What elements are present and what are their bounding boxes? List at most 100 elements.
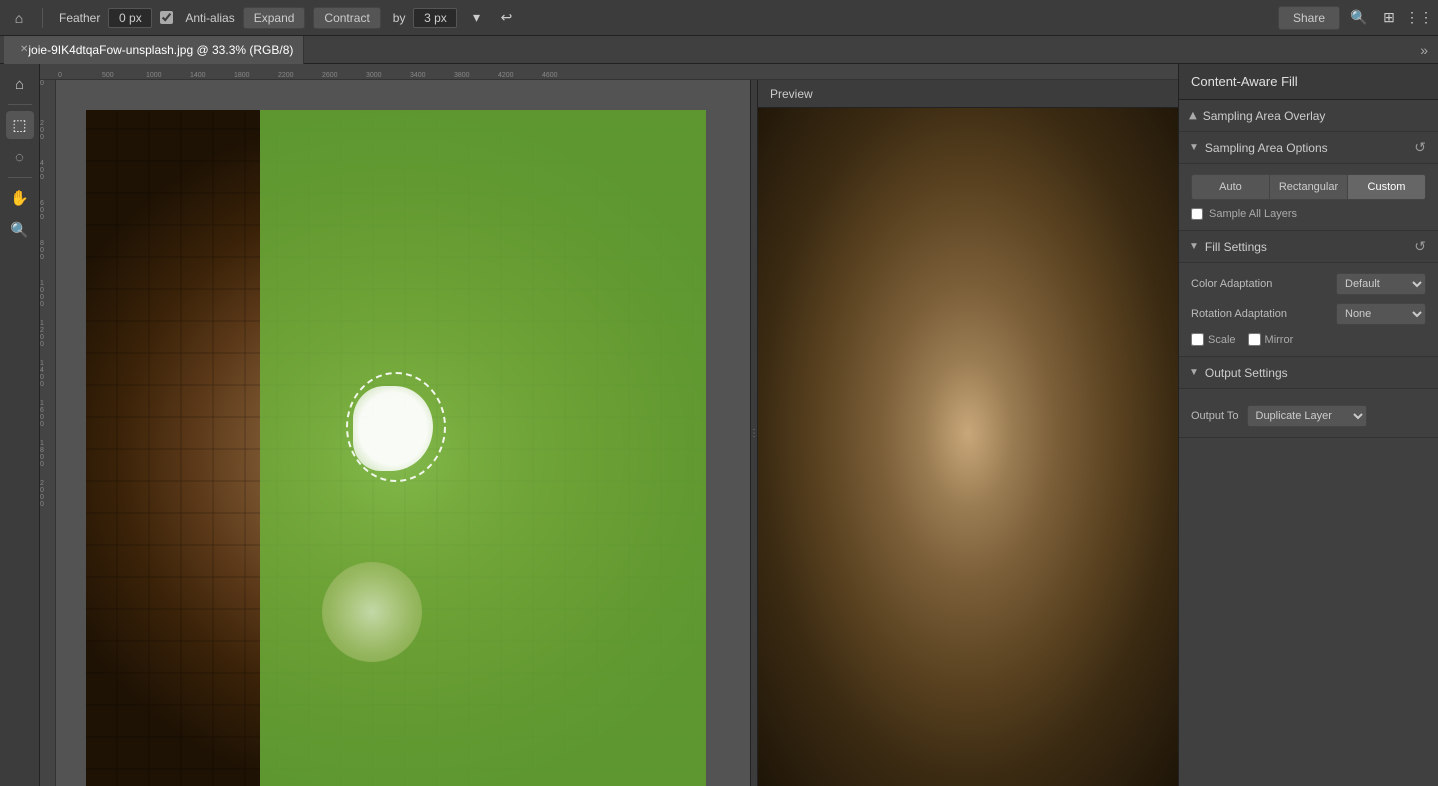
content-aware-fill-region — [260, 110, 706, 786]
tool-lasso[interactable]: ◌ — [6, 143, 34, 171]
output-settings-content: Output To Duplicate Layer Current Layer … — [1179, 389, 1438, 438]
search-icon[interactable]: 🔍 — [1348, 7, 1370, 29]
mirror-item: Mirror — [1248, 333, 1294, 346]
ruler-tick-3800: 3800 — [452, 72, 496, 79]
ruler-tick-500: 500 — [100, 72, 144, 79]
v-tick-1200: 1200 — [40, 320, 55, 360]
tool-marquee[interactable]: ⬚ — [6, 111, 34, 139]
tool-separator-2 — [8, 177, 32, 178]
ruler-tick-2600: 2600 — [320, 72, 364, 79]
tool-hand[interactable]: ✋ — [6, 184, 34, 212]
ruler-tick-3400: 3400 — [408, 72, 452, 79]
sample-all-layers-row: Sample All Layers — [1191, 208, 1426, 220]
feather-label: Feather — [59, 11, 100, 25]
v-tick-1800: 1800 — [40, 440, 55, 480]
horizontal-ruler: 0 500 1000 1400 1800 2200 2600 3000 3400… — [40, 64, 1178, 80]
scale-checkbox[interactable] — [1191, 333, 1204, 346]
sampling-options-reset-icon[interactable]: ↺ — [1412, 137, 1428, 158]
preview-image — [758, 108, 1178, 786]
v-tick-600: 600 — [40, 200, 55, 240]
anti-alias-checkbox[interactable] — [160, 11, 173, 24]
ruler-tick-3000: 3000 — [364, 72, 408, 79]
tool-home[interactable]: ⌂ — [6, 70, 34, 98]
ruler-tick-4200: 4200 — [496, 72, 540, 79]
panel-title: Content-Aware Fill — [1179, 64, 1438, 100]
output-to-row: Output To Duplicate Layer Current Layer … — [1191, 405, 1426, 427]
fill-settings-content: Color Adaptation Default None High Rotat… — [1179, 263, 1438, 357]
auto-button[interactable]: Auto — [1191, 174, 1270, 200]
feather-input[interactable] — [108, 8, 152, 28]
canvas-outer: 0 200 400 600 800 1000 1200 1400 1600 18… — [40, 80, 1178, 786]
sampling-overlay-title: Sampling Area Overlay — [1203, 109, 1428, 123]
output-to-label: Output To — [1191, 410, 1239, 422]
ruler-tick-1000: 1000 — [144, 72, 188, 79]
preview-rotunda-bg — [758, 108, 1178, 786]
scale-item: Scale — [1191, 333, 1236, 346]
sampling-overlay-chevron: ▶ — [1187, 112, 1198, 120]
rotation-adaptation-label: Rotation Adaptation — [1191, 308, 1336, 320]
mirror-checkbox[interactable] — [1248, 333, 1261, 346]
v-tick-800: 800 — [40, 240, 55, 280]
document-tab[interactable]: ✕ joie-9IK4dtqaFow-unsplash.jpg @ 33.3% … — [4, 36, 304, 64]
fill-settings-section-header[interactable]: ▼ Fill Settings ↺ — [1179, 231, 1438, 263]
v-tick-1600: 1600 — [40, 400, 55, 440]
panel-title-text: Content-Aware Fill — [1191, 74, 1298, 89]
sampling-overlay-section-header[interactable]: ▶ Sampling Area Overlay — [1179, 100, 1438, 132]
rotation-adaptation-select[interactable]: None Low Medium High Full — [1336, 303, 1426, 325]
contract-button[interactable]: Contract — [313, 7, 380, 29]
mirror-label: Mirror — [1265, 334, 1294, 346]
expand-button[interactable]: Expand — [243, 7, 306, 29]
dropdown-arrow[interactable]: ▾ — [465, 7, 487, 29]
vertical-ruler: 0 200 400 600 800 1000 1200 1400 1600 18… — [40, 80, 56, 786]
sample-all-layers-label: Sample All Layers — [1209, 208, 1297, 220]
scale-label: Scale — [1208, 334, 1236, 346]
undo-button[interactable]: ↩ — [495, 7, 517, 29]
tab-row: ✕ joie-9IK4dtqaFow-unsplash.jpg @ 33.3% … — [0, 36, 1438, 64]
layout-icon[interactable]: ⊞ — [1378, 7, 1400, 29]
canvas-area: 0 500 1000 1400 1800 2200 2600 3000 3400… — [40, 64, 1178, 786]
v-tick-200: 200 — [40, 120, 55, 160]
tool-separator — [8, 104, 32, 105]
fill-settings-title: Fill Settings — [1205, 240, 1412, 254]
fill-settings-chevron: ▼ — [1189, 241, 1199, 252]
custom-button[interactable]: Custom — [1348, 174, 1426, 200]
anti-alias-label: Anti-alias — [185, 11, 234, 25]
v-tick-0: 0 — [40, 80, 55, 120]
left-toolbar: ⌂ ⬚ ◌ ✋ 🔍 — [0, 64, 40, 786]
color-adaptation-select[interactable]: Default None High — [1336, 273, 1426, 295]
sampling-options-title: Sampling Area Options — [1205, 141, 1412, 155]
panel-divider[interactable]: ⋮ — [750, 80, 758, 786]
v-tick-2000: 2000 — [40, 480, 55, 520]
fill-settings-reset-icon[interactable]: ↺ — [1412, 236, 1428, 257]
color-adaptation-row: Color Adaptation Default None High — [1191, 273, 1426, 295]
output-settings-chevron: ▼ — [1189, 367, 1199, 378]
workspace[interactable] — [56, 80, 750, 786]
sample-all-layers-checkbox[interactable] — [1191, 208, 1203, 220]
preview-panel: Preview — [758, 80, 1178, 786]
grid-icon[interactable]: ⋮⋮ — [1408, 7, 1430, 29]
oculus-light — [322, 562, 422, 662]
ruler-tick-4600: 4600 — [540, 72, 584, 79]
share-button[interactable]: Share — [1278, 6, 1340, 30]
sampling-options-section-header[interactable]: ▼ Sampling Area Options ↺ — [1179, 132, 1438, 164]
color-adaptation-label: Color Adaptation — [1191, 278, 1336, 290]
output-settings-section-header[interactable]: ▼ Output Settings — [1179, 357, 1438, 389]
rotation-adaptation-row: Rotation Adaptation None Low Medium High… — [1191, 303, 1426, 325]
output-to-select[interactable]: Duplicate Layer Current Layer New Layer — [1247, 405, 1367, 427]
home-button[interactable]: ⌂ — [8, 7, 30, 29]
main-canvas — [86, 110, 706, 786]
v-tick-400: 400 — [40, 160, 55, 200]
preview-header: Preview — [758, 80, 1178, 108]
v-tick-1000: 1000 — [40, 280, 55, 320]
rectangular-button[interactable]: Rectangular — [1270, 174, 1348, 200]
by-value-input[interactable] — [413, 8, 457, 28]
content-aware-fill-panel: Content-Aware Fill ▶ Sampling Area Overl… — [1178, 64, 1438, 786]
main-area: ⌂ ⬚ ◌ ✋ 🔍 0 500 1000 1400 1800 2200 2600… — [0, 64, 1438, 786]
sampling-options-chevron: ▼ — [1189, 142, 1199, 153]
ruler-tick-2200: 2200 — [276, 72, 320, 79]
scale-mirror-row: Scale Mirror — [1191, 333, 1426, 346]
sampling-options-content: Auto Rectangular Custom Sample All Layer… — [1179, 164, 1438, 231]
ruler-tick-0: 0 — [56, 72, 100, 79]
tab-collapse-icon[interactable]: » — [1414, 42, 1434, 58]
tool-zoom[interactable]: 🔍 — [6, 216, 34, 244]
